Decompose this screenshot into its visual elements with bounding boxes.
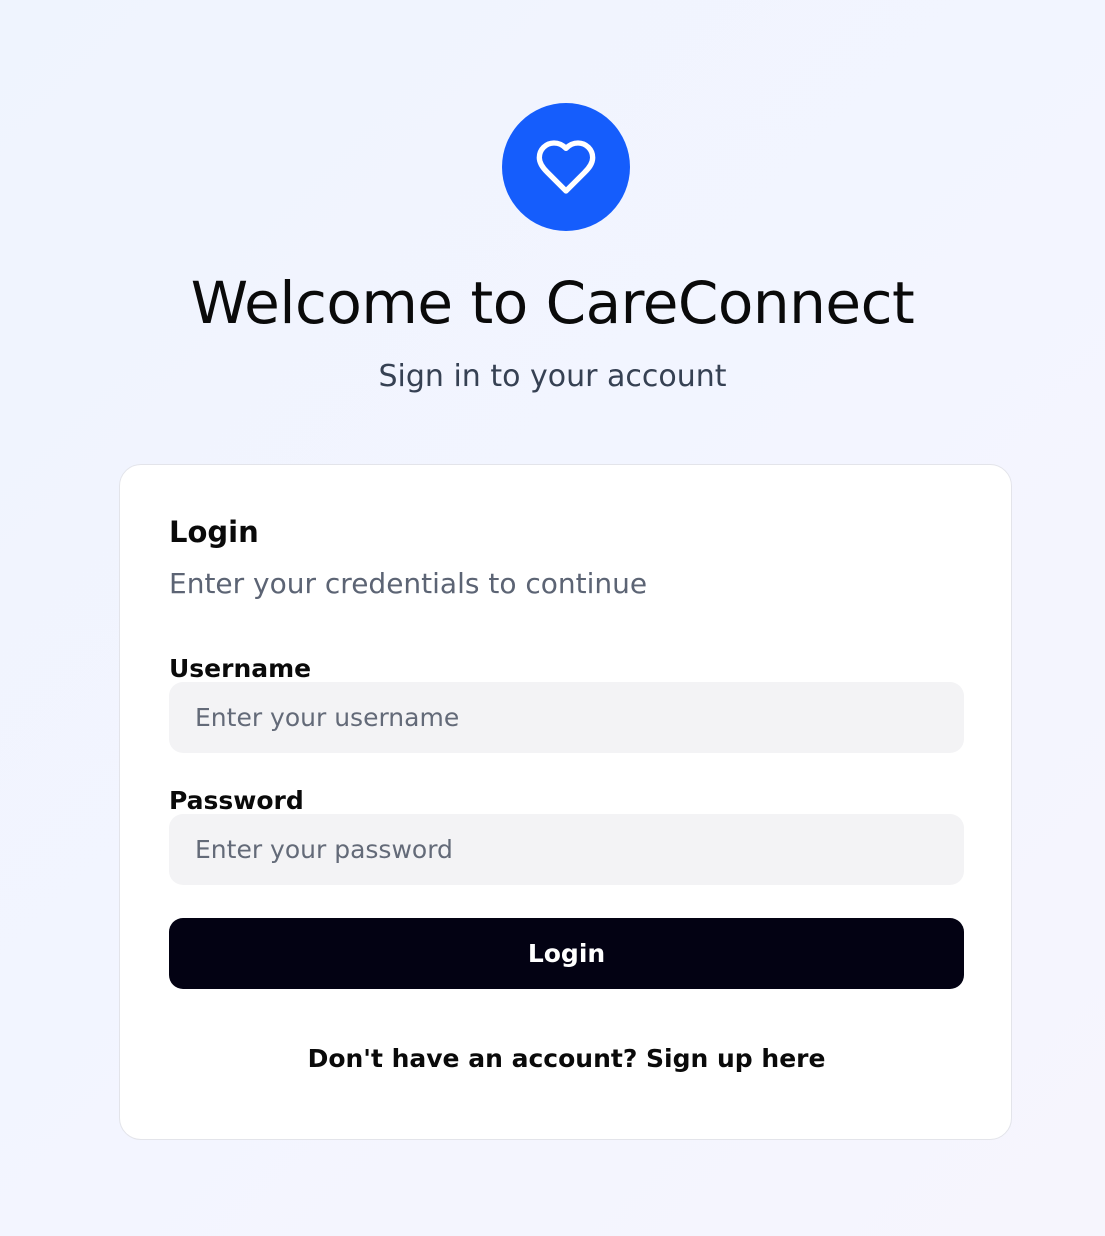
heart-icon	[536, 140, 596, 194]
login-button[interactable]: Login	[169, 918, 964, 989]
password-label: Password	[169, 786, 304, 815]
login-card-title: Login	[169, 515, 259, 549]
page-title: Welcome to CareConnect	[190, 269, 915, 337]
app-logo	[502, 103, 630, 231]
username-label: Username	[169, 654, 312, 683]
page-subtitle: Sign in to your account	[378, 359, 727, 394]
password-input[interactable]	[169, 814, 964, 885]
login-card: Login Enter your credentials to continue…	[119, 464, 1012, 1140]
login-card-description: Enter your credentials to continue	[169, 567, 648, 600]
signup-link[interactable]: Don't have an account? Sign up here	[120, 1042, 1013, 1076]
username-input[interactable]	[169, 682, 964, 753]
